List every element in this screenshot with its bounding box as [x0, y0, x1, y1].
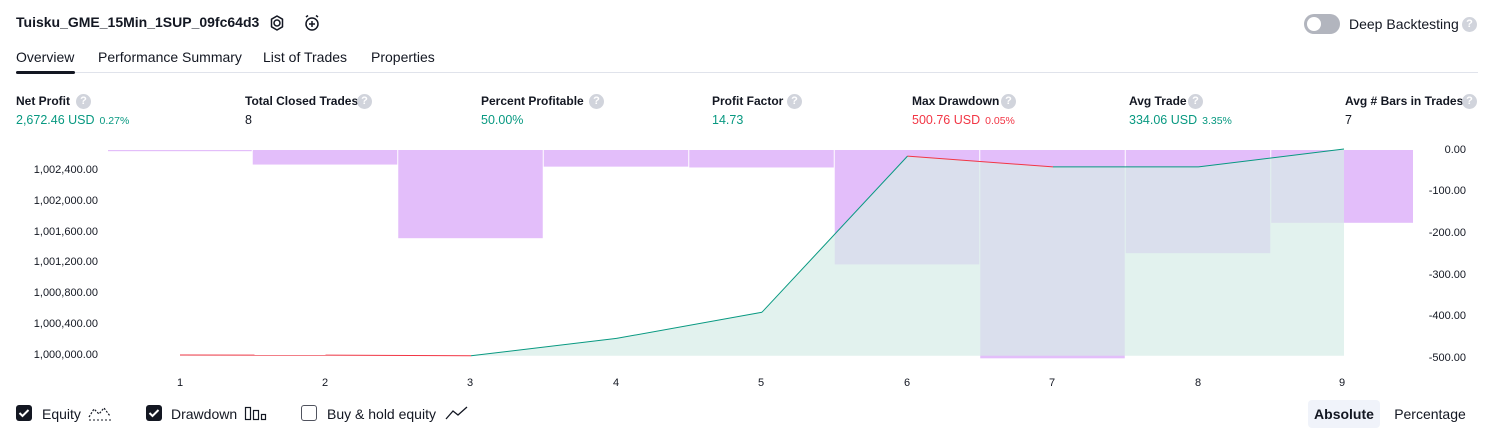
drawdown-bar: [108, 150, 252, 152]
equity-line-segment: [325, 354, 472, 357]
equity-drawdown-chart: [108, 148, 1413, 359]
buy-hold-legend-label[interactable]: Buy & hold equity: [327, 406, 436, 422]
drawdown-checkbox[interactable]: [146, 405, 162, 421]
equity-line-icon: [88, 404, 112, 427]
equity-checkbox[interactable]: [16, 405, 32, 421]
drawdown-bar: [689, 150, 834, 168]
absolute-button[interactable]: Absolute: [1308, 400, 1380, 428]
buy-hold-line-icon: [444, 404, 470, 427]
drawdown-legend-label[interactable]: Drawdown: [171, 406, 237, 422]
equity-area-fill: [180, 149, 1344, 356]
drawdown-bars-icon: [244, 404, 268, 427]
equity-area: [180, 149, 1344, 356]
drawdown-bar: [543, 150, 689, 167]
equity-legend-label[interactable]: Equity: [42, 406, 81, 422]
buy-hold-checkbox[interactable]: [301, 405, 317, 421]
drawdown-bar: [398, 150, 543, 239]
drawdown-bar: [252, 150, 398, 165]
percentage-button[interactable]: Percentage: [1388, 400, 1472, 428]
